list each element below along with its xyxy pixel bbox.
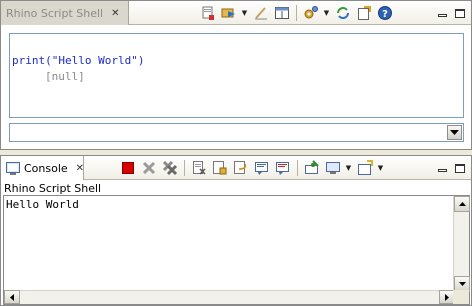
console-toolbar: ▼ ▼ (119, 159, 388, 177)
svg-text:?: ? (382, 9, 388, 20)
terminate-icon[interactable] (119, 159, 137, 177)
result-line: [null] (45, 70, 85, 83)
shell-view-tabbar: Rhino Script Shell ✕ ▼ ▼ ? (1, 1, 471, 25)
console-tab-label: Console (24, 161, 68, 175)
reset-icon[interactable] (252, 4, 270, 22)
word-wrap-icon[interactable] (232, 159, 250, 177)
open-console-icon[interactable] (356, 159, 374, 177)
close-icon[interactable]: ✕ (111, 8, 119, 19)
code-line: print("Hello World") (12, 54, 145, 67)
show-on-stderr-icon[interactable] (274, 159, 292, 177)
switch-layout-icon[interactable] (273, 4, 291, 22)
clear-console-icon[interactable] (190, 159, 208, 177)
scroll-left-icon[interactable] (4, 290, 20, 304)
pin-console-icon[interactable] (303, 159, 321, 177)
show-on-stdout-icon[interactable] (253, 159, 271, 177)
settings-icon[interactable] (302, 4, 320, 22)
console-view: Console ✕ ▼ ▼ Rhino Script Shell Hello W… (0, 155, 472, 306)
refresh-icon[interactable] (334, 4, 352, 22)
shell-window-controls (431, 4, 467, 22)
console-name-label: Rhino Script Shell (4, 182, 102, 195)
console-output-text: Hello World (6, 198, 79, 211)
console-window-controls (431, 159, 467, 177)
horizontal-scrollbar[interactable] (4, 290, 455, 304)
display-console-icon[interactable] (324, 159, 342, 177)
console-view-tabbar: Console ✕ ▼ ▼ (1, 156, 471, 180)
command-combo[interactable] (9, 123, 464, 142)
shell-tab-label: Rhino Script Shell (6, 6, 104, 20)
command-input[interactable] (10, 124, 447, 141)
shell-toolbar: ▼ ▼ ? (199, 4, 397, 22)
console-output-area[interactable]: Hello World (3, 195, 470, 305)
display-console-dropdown-icon[interactable]: ▼ (345, 159, 352, 177)
load-script-icon[interactable] (355, 4, 373, 22)
run-dropdown-icon[interactable]: ▼ (241, 4, 248, 22)
scroll-up-icon[interactable] (454, 196, 470, 212)
toolbar-separator (297, 160, 298, 176)
remove-launch-icon[interactable] (140, 159, 158, 177)
toolbar-separator (184, 160, 185, 176)
scrollbar-corner (453, 290, 469, 304)
maximize-icon[interactable] (453, 6, 467, 20)
close-icon[interactable]: ✕ (76, 163, 84, 174)
help-icon[interactable]: ? (376, 4, 394, 22)
settings-dropdown-icon[interactable]: ▼ (323, 4, 330, 22)
clear-shell-icon[interactable] (199, 4, 217, 22)
toolbar-separator (296, 5, 297, 21)
vertical-scrollbar[interactable] (453, 196, 470, 292)
console-icon (6, 161, 20, 175)
rhino-shell-view: Rhino Script Shell ✕ ▼ ▼ ? print("Hello … (0, 0, 472, 150)
open-console-dropdown-icon[interactable]: ▼ (377, 159, 384, 177)
minimize-icon[interactable] (435, 161, 449, 175)
remove-all-terminated-icon[interactable] (161, 159, 179, 177)
tab-console[interactable]: Console ✕ (1, 156, 84, 180)
scroll-lock-icon[interactable] (211, 159, 229, 177)
chevron-down-icon[interactable] (447, 125, 462, 140)
run-icon[interactable] (220, 4, 238, 22)
tab-rhino-script-shell[interactable]: Rhino Script Shell ✕ (1, 1, 129, 25)
shell-editor[interactable]: print("Hello World") [null] (9, 33, 464, 118)
maximize-icon[interactable] (453, 161, 467, 175)
minimize-icon[interactable] (435, 6, 449, 20)
